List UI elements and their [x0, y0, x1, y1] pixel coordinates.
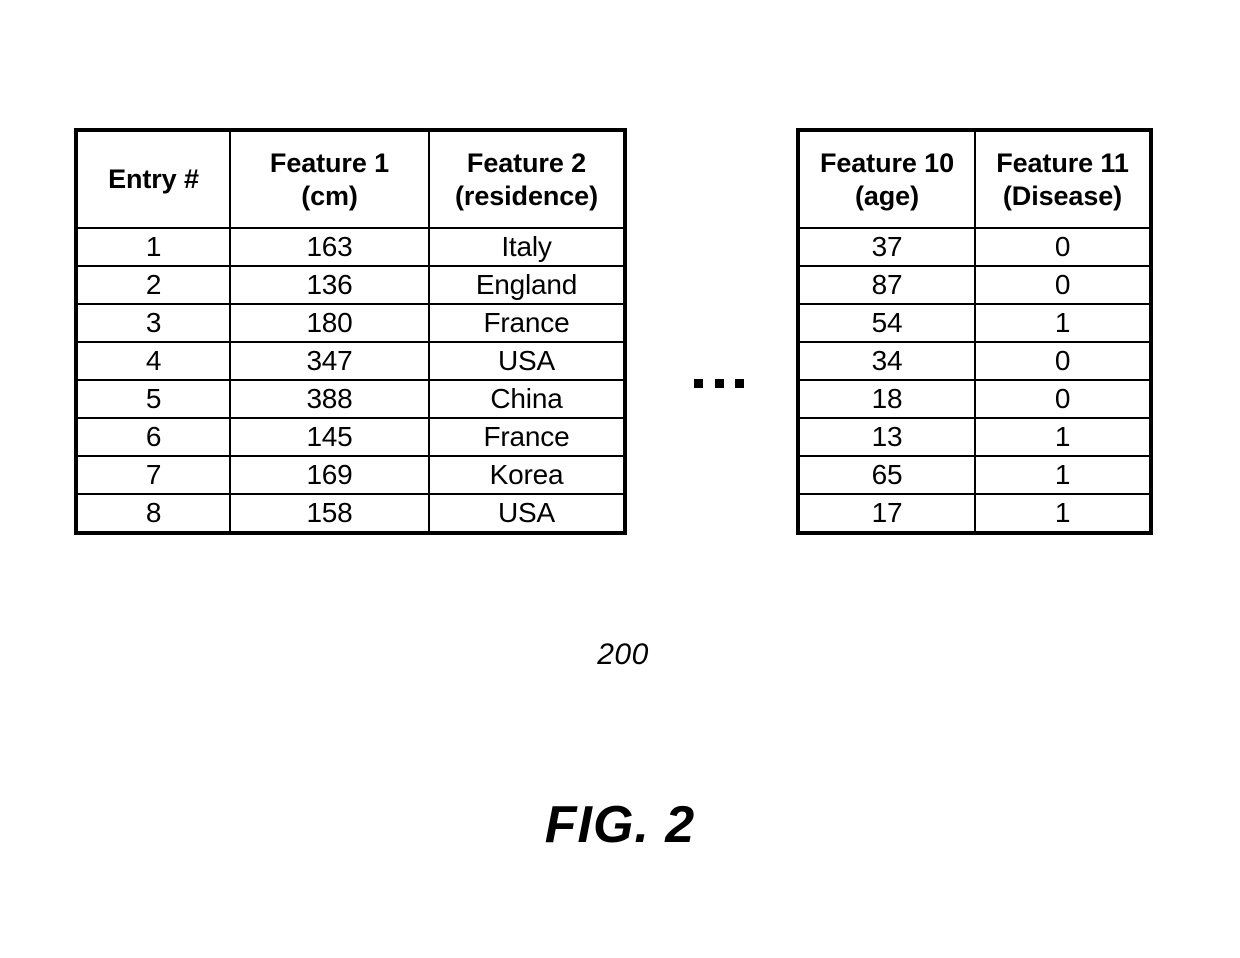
column-header-feature-2: Feature 2 (residence) [428, 129, 626, 229]
cell-feature-11: 1 [974, 493, 1152, 534]
cell-entry: 7 [75, 455, 231, 495]
cell-feature-10: 18 [797, 379, 976, 419]
cell-feature-2: Italy [428, 227, 626, 267]
cell-feature-2: Korea [428, 455, 626, 495]
cell-entry: 2 [75, 265, 231, 305]
cell-feature-11: 1 [974, 417, 1152, 457]
cell-feature-2: France [428, 417, 626, 457]
cell-feature-2: France [428, 303, 626, 343]
cell-feature-11: 0 [974, 341, 1152, 381]
table-row: 65 1 [797, 455, 1152, 495]
cell-feature-11: 0 [974, 265, 1152, 305]
table-row: 1 163 Italy [75, 227, 626, 267]
cell-feature-11: 0 [974, 379, 1152, 419]
table-row: 17 1 [797, 493, 1152, 534]
cell-entry: 1 [75, 227, 231, 267]
table-row: 54 1 [797, 303, 1152, 343]
column-header-feature-10: Feature 10 (age) [797, 129, 976, 229]
cell-feature-10: 13 [797, 417, 976, 457]
column-header-feature-2-line1: Feature 2 [466, 147, 587, 178]
table-row: 5 388 China [75, 379, 626, 419]
column-header-feature-11-line1: Feature 11 [996, 147, 1129, 178]
column-header-feature-2-line2: (residence) [455, 180, 598, 211]
column-header-feature-11-line2: (Disease) [1002, 180, 1123, 211]
cell-entry: 8 [75, 493, 231, 534]
cell-feature-1: 158 [229, 493, 430, 534]
cell-entry: 3 [75, 303, 231, 343]
cell-feature-10: 65 [797, 455, 976, 495]
reference-numeral-text: 200 [597, 638, 649, 671]
table-row: 2 136 England [75, 265, 626, 305]
cell-entry: 4 [75, 341, 231, 381]
cell-feature-1: 180 [229, 303, 430, 343]
table-row: 18 0 [797, 379, 1152, 419]
cell-feature-11: 1 [974, 455, 1152, 495]
cell-feature-11: 1 [974, 303, 1152, 343]
cell-feature-10: 54 [797, 303, 976, 343]
ellipsis-dot [714, 378, 724, 388]
cell-feature-1: 163 [229, 227, 430, 267]
column-header-feature-1-line1: Feature 1 [269, 147, 390, 178]
cell-feature-1: 388 [229, 379, 430, 419]
cell-feature-10: 17 [797, 493, 976, 534]
reference-numeral: 200 [0, 638, 1240, 672]
ellipsis-dot [735, 378, 744, 388]
column-header-feature-1: Feature 1 (cm) [229, 129, 430, 229]
table-header-row: Entry # Feature 1 (cm) Feature 2 (reside… [75, 129, 626, 229]
cell-entry: 6 [75, 417, 231, 457]
figure-canvas: Entry # Feature 1 (cm) Feature 2 (reside… [0, 0, 1240, 958]
table-row: 34 0 [797, 341, 1152, 381]
column-header-feature-10-line2: (age) [854, 180, 919, 211]
table-row: 8 158 USA [75, 493, 626, 534]
table-row: 7 169 Korea [75, 455, 626, 495]
cell-feature-10: 87 [797, 265, 976, 305]
cell-feature-2: England [428, 265, 626, 305]
table-row: 37 0 [797, 227, 1152, 267]
column-header-entry: Entry # [75, 129, 231, 229]
cell-feature-2: USA [428, 341, 626, 381]
table-row: 13 1 [797, 417, 1152, 457]
cell-feature-10: 34 [797, 341, 976, 381]
column-header-feature-11: Feature 11 (Disease) [974, 129, 1152, 229]
cell-feature-2: China [428, 379, 626, 419]
column-header-entry-line1: Entry # [108, 164, 199, 194]
cell-feature-1: 145 [229, 417, 430, 457]
table-row: 87 0 [797, 265, 1152, 305]
cell-feature-1: 169 [229, 455, 430, 495]
feature-table-left: Entry # Feature 1 (cm) Feature 2 (reside… [74, 128, 627, 535]
table-row: 4 347 USA [75, 341, 626, 381]
cell-feature-11: 0 [974, 227, 1152, 267]
cell-feature-1: 347 [229, 341, 430, 381]
table-row: 6 145 France [75, 417, 626, 457]
column-header-feature-1-line2: (cm) [301, 180, 358, 211]
table-row: 3 180 France [75, 303, 626, 343]
column-header-feature-10-line1: Feature 10 [819, 147, 955, 178]
ellipsis-dot [694, 378, 703, 388]
figure-caption: FIG. 2 [544, 796, 696, 854]
cell-feature-1: 136 [229, 265, 430, 305]
ellipsis-icon [694, 368, 744, 398]
cell-feature-2: USA [428, 493, 626, 534]
feature-table-right: Feature 10 (age) Feature 11 (Disease) 37… [796, 128, 1153, 535]
cell-entry: 5 [75, 379, 231, 419]
table-header-row: Feature 10 (age) Feature 11 (Disease) [797, 129, 1152, 229]
cell-feature-10: 37 [797, 227, 976, 267]
